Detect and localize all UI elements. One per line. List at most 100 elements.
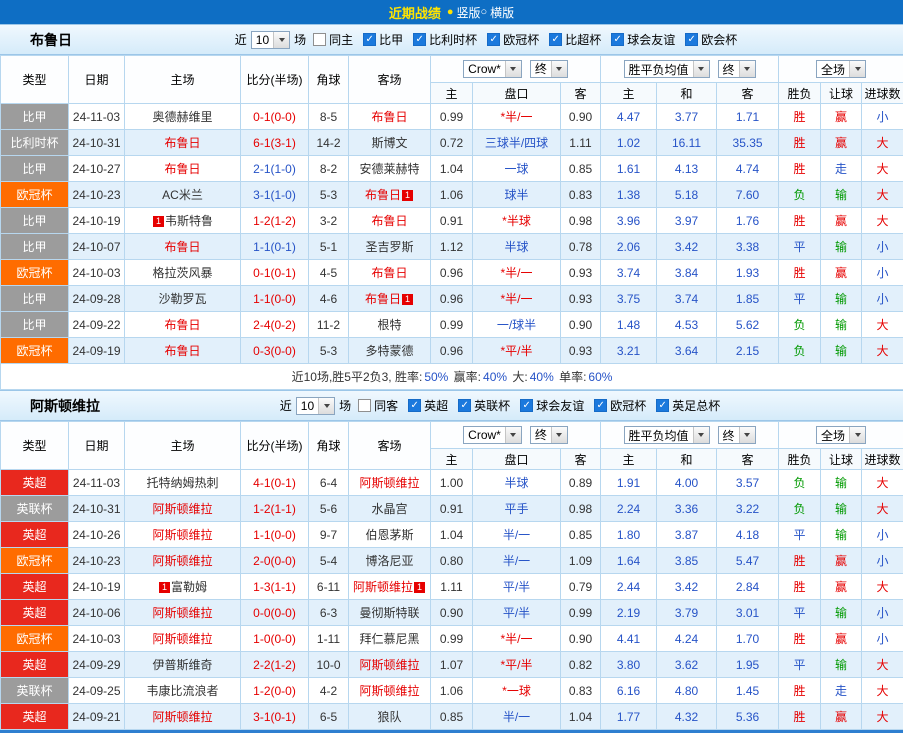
avg-time-select[interactable]: 终 bbox=[717, 60, 756, 78]
avg-draw-odds: 3.79 bbox=[656, 599, 718, 626]
match-count-select[interactable]: 10 bbox=[250, 30, 291, 49]
away-team-name[interactable]: 伯恩茅斯 bbox=[365, 528, 413, 542]
home-team-name[interactable]: 布鲁日 bbox=[164, 344, 200, 358]
asian-away-odds: 0.89 bbox=[559, 469, 602, 496]
away-team-name[interactable]: 阿斯顿维拉 bbox=[353, 580, 413, 594]
away-team-name[interactable]: 水晶宫 bbox=[371, 502, 407, 516]
away-team-name[interactable]: 阿斯顿维拉 bbox=[359, 684, 419, 698]
sub-column-header-6: 胜负 bbox=[778, 448, 822, 470]
avg-home-odds: 3.75 bbox=[600, 285, 658, 312]
home-team-name[interactable]: 阿斯顿维拉 bbox=[152, 528, 212, 542]
league-checkbox-1[interactable]: ✓ 英联杯 bbox=[458, 397, 510, 414]
same-venue-checkbox[interactable]: 同客 bbox=[358, 397, 398, 414]
goals-result-cell: 大 bbox=[861, 703, 903, 730]
table-row: 欧冠杯 24-10-23 AC米兰 3-1(1-0) 5-3 布鲁日 1 1.06 球半 0.83… bbox=[0, 181, 903, 208]
period-select[interactable]: 全场 bbox=[816, 426, 867, 444]
home-team-name[interactable]: 阿斯顿维拉 bbox=[152, 554, 212, 568]
league-checkbox-2[interactable]: ✓ 欧冠杯 bbox=[487, 31, 539, 48]
avg-home-odds: 2.24 bbox=[600, 495, 658, 522]
league-checkbox-3[interactable]: ✓ 欧冠杯 bbox=[594, 397, 646, 414]
odds-time-select[interactable]: 终 bbox=[529, 425, 568, 444]
away-team-name[interactable]: 狼队 bbox=[377, 710, 401, 724]
odds-time-select[interactable]: 终 bbox=[529, 59, 568, 78]
home-team-name[interactable]: 伊普斯维奇 bbox=[152, 658, 212, 672]
league-checkbox-4[interactable]: ✓ 球会友谊 bbox=[611, 31, 675, 48]
home-team-name[interactable]: 阿斯顿维拉 bbox=[152, 710, 212, 724]
avg-odds-group: 胜平负均值 终 bbox=[600, 421, 780, 449]
away-team-name[interactable]: 阿斯顿维拉 bbox=[359, 658, 419, 672]
odds-company-select[interactable]: Crow* bbox=[463, 426, 522, 445]
league-type-cell: 比甲 bbox=[0, 207, 69, 234]
layout-option-0[interactable]: ● 竖版 bbox=[447, 4, 481, 21]
sub-column-header-5: 客 bbox=[716, 82, 780, 104]
league-checkbox-1[interactable]: ✓ 比利时杯 bbox=[413, 31, 477, 48]
away-team-name[interactable]: 布鲁日 bbox=[365, 188, 401, 202]
layout-option-1[interactable]: ○ 横版 bbox=[481, 4, 515, 21]
away-team-cell: 阿斯顿维拉 bbox=[348, 677, 431, 704]
league-type-cell: 欧冠杯 bbox=[0, 337, 69, 364]
column-header-2: 主场 bbox=[124, 421, 241, 470]
away-team-name[interactable]: 阿斯顿维拉 bbox=[359, 476, 419, 490]
league-checkbox-0[interactable]: ✓ 比甲 bbox=[363, 31, 403, 48]
result-cell: 胜 bbox=[778, 207, 822, 234]
league-type-cell: 欧冠杯 bbox=[0, 547, 69, 574]
away-team-name[interactable]: 布鲁日 bbox=[371, 214, 407, 228]
home-team-name[interactable]: 布鲁日 bbox=[164, 318, 200, 332]
home-team-name[interactable]: 布鲁日 bbox=[164, 240, 200, 254]
home-team-cell: 奥德赫维里 bbox=[124, 103, 241, 130]
home-team-name[interactable]: 阿斯顿维拉 bbox=[152, 606, 212, 620]
home-team-name[interactable]: AC米兰 bbox=[162, 188, 203, 202]
asian-away-odds: 0.79 bbox=[559, 573, 602, 600]
away-team-name[interactable]: 布鲁日 bbox=[371, 266, 407, 280]
home-team-name[interactable]: 韦斯特鲁 bbox=[165, 214, 213, 228]
avg-home-odds: 2.44 bbox=[600, 573, 658, 600]
avg-time-select[interactable]: 终 bbox=[717, 426, 756, 444]
home-team-name[interactable]: 韦康比流浪者 bbox=[146, 684, 218, 698]
home-team-name[interactable]: 布鲁日 bbox=[164, 136, 200, 150]
league-checkbox-5[interactable]: ✓ 欧会杯 bbox=[685, 31, 737, 48]
column-header-2: 主场 bbox=[124, 55, 241, 104]
away-team-name[interactable]: 拜仁慕尼黑 bbox=[359, 632, 419, 646]
home-team-name[interactable]: 沙勒罗瓦 bbox=[158, 292, 206, 306]
away-team-name[interactable]: 安德莱赫特 bbox=[359, 162, 419, 176]
home-team-name[interactable]: 托特纳姆热刺 bbox=[146, 476, 218, 490]
away-team-name[interactable]: 布鲁日 bbox=[371, 110, 407, 124]
avg-home-odds: 3.21 bbox=[600, 337, 658, 364]
column-header-5: 客场 bbox=[348, 55, 431, 104]
goals-result-cell: 小 bbox=[861, 625, 903, 652]
table-row: 欧冠杯 24-10-03 阿斯顿维拉 1-0(0-0) 1-11 拜仁慕尼黑 0.99 *半/… bbox=[0, 625, 903, 652]
home-team-name[interactable]: 奥德赫维里 bbox=[152, 110, 212, 124]
home-team-name[interactable]: 布鲁日 bbox=[164, 162, 200, 176]
league-checkbox-4[interactable]: ✓ 英足总杯 bbox=[656, 397, 720, 414]
league-checkbox-0[interactable]: ✓ 英超 bbox=[408, 397, 448, 414]
odds-company-select[interactable]: Crow* bbox=[463, 60, 522, 79]
summary-row: 近10场,胜5平2负3, 胜率: 50% 赢率: 40% 大: 40% 单率: 60% bbox=[0, 363, 903, 390]
home-team-name[interactable]: 富勒姆 bbox=[171, 580, 207, 594]
same-venue-checkbox[interactable]: 同主 bbox=[313, 31, 353, 48]
home-team-name[interactable]: 阿斯顿维拉 bbox=[152, 632, 212, 646]
team-section-2: 阿斯顿维拉近 10 场同客 ✓ 英超 ✓ 英联杯 ✓ 球会友谊 ✓ 欧冠杯 ✓ 英足总杯 类型 日期 主场 比分… bbox=[0, 390, 903, 730]
away-team-name[interactable]: 曼彻斯特联 bbox=[359, 606, 419, 620]
period-select[interactable]: 全场 bbox=[816, 60, 867, 78]
table-row: 英超 24-10-19 1 富勒姆 1-3(1-1) 6-11 阿斯顿维拉 1 1.11 平/半 0… bbox=[0, 573, 903, 600]
table-row: 欧冠杯 24-10-23 阿斯顿维拉 2-0(0-0) 5-4 博洛尼亚 0.80 半/一 1.… bbox=[0, 547, 903, 574]
away-team-name[interactable]: 根特 bbox=[377, 318, 401, 332]
avg-odds-select[interactable]: 胜平负均值 bbox=[623, 426, 710, 444]
away-team-name[interactable]: 多特蒙德 bbox=[365, 344, 413, 358]
avg-away-odds: 1.45 bbox=[716, 677, 780, 704]
away-team-name[interactable]: 圣吉罗斯 bbox=[365, 240, 413, 254]
home-team-name[interactable]: 阿斯顿维拉 bbox=[152, 502, 212, 516]
away-team-name[interactable]: 博洛尼亚 bbox=[365, 554, 413, 568]
home-team-cell: 沙勒罗瓦 bbox=[124, 285, 241, 312]
away-team-cell: 水晶宫 bbox=[348, 495, 431, 522]
avg-odds-select[interactable]: 胜平负均值 bbox=[623, 60, 710, 78]
avg-away-odds: 5.36 bbox=[716, 703, 780, 730]
dropdown-arrow-icon bbox=[318, 397, 335, 414]
home-team-name[interactable]: 格拉茨风暴 bbox=[152, 266, 212, 280]
away-team-name[interactable]: 斯博文 bbox=[371, 136, 407, 150]
league-checkbox-3[interactable]: ✓ 比超杯 bbox=[549, 31, 601, 48]
summary-stats: 近10场,胜5平2负3, 胜率: 50% 赢率: 40% 大: 40% 单率: 60% bbox=[0, 363, 903, 390]
away-team-name[interactable]: 布鲁日 bbox=[365, 292, 401, 306]
match-count-select[interactable]: 10 bbox=[295, 396, 336, 415]
league-checkbox-2[interactable]: ✓ 球会友谊 bbox=[520, 397, 584, 414]
